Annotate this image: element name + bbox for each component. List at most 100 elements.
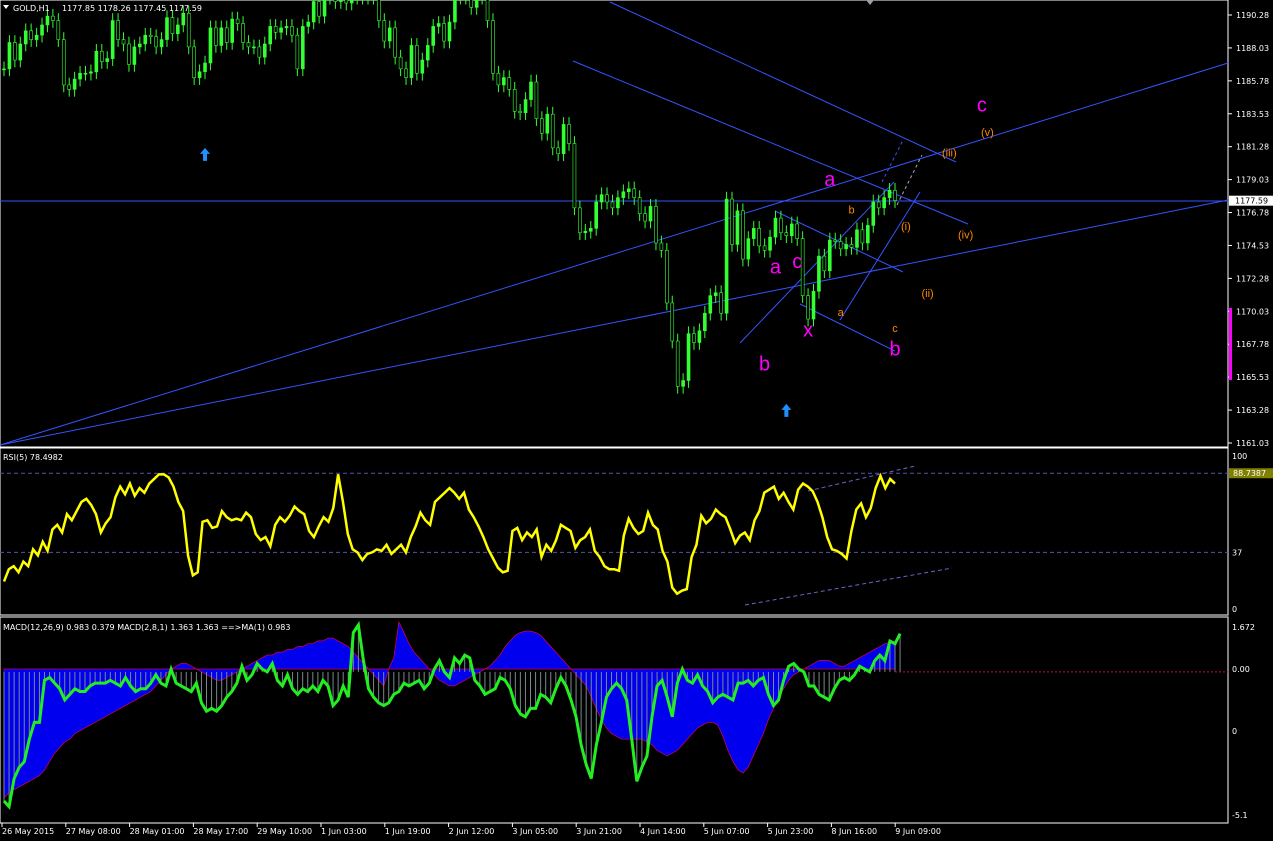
time-tick-label: 1 Jun 19:00 bbox=[385, 827, 431, 836]
price-bar bbox=[659, 242, 664, 251]
price-bar bbox=[322, 0, 327, 17]
price-bar bbox=[849, 244, 854, 248]
price-tick-label: 1170.03 bbox=[1236, 307, 1269, 316]
price-bar bbox=[246, 42, 251, 48]
price-bar bbox=[741, 210, 745, 260]
trading-chart[interactable]: a cxbabcbac(i)(ii)(iii)(iv)(v) 1190.28118… bbox=[0, 0, 1273, 841]
price-bar bbox=[540, 118, 544, 134]
price-bar bbox=[789, 223, 794, 236]
price-bar bbox=[67, 84, 71, 90]
price-bar bbox=[882, 197, 886, 209]
wave-label-minor: (ii) bbox=[921, 288, 933, 300]
price-bar bbox=[447, 21, 452, 42]
price-bar bbox=[208, 27, 213, 64]
price-bar bbox=[409, 45, 414, 78]
price-bar bbox=[186, 12, 191, 48]
price-tick-label: 1165.53 bbox=[1236, 373, 1269, 382]
price-bar bbox=[116, 20, 120, 40]
price-bar bbox=[583, 230, 588, 234]
price-bar bbox=[719, 292, 723, 314]
price-tick-label: 1188.03 bbox=[1236, 44, 1269, 53]
macd-tick-label: 0.00 bbox=[1232, 665, 1250, 674]
price-bar bbox=[730, 198, 734, 245]
price-bar bbox=[18, 43, 23, 61]
price-bar bbox=[159, 39, 164, 48]
price-bar bbox=[610, 201, 615, 209]
price-bar bbox=[224, 27, 229, 43]
rsi-tick-label: 100 bbox=[1232, 452, 1247, 461]
time-tick-label: 2 Jun 12:00 bbox=[449, 827, 495, 836]
price-bar bbox=[110, 20, 115, 59]
price-bar bbox=[692, 333, 696, 343]
price-bar bbox=[665, 249, 669, 304]
price-bar bbox=[670, 302, 675, 342]
price-bar bbox=[2, 68, 6, 71]
wave-label-minor: (iii) bbox=[942, 148, 957, 160]
price-tick-label: 1190.28 bbox=[1236, 11, 1269, 20]
price-bar bbox=[420, 59, 425, 74]
price-bar bbox=[822, 255, 827, 272]
price-bar bbox=[594, 201, 598, 229]
price-bar bbox=[844, 244, 848, 250]
price-bar bbox=[78, 72, 82, 80]
price-bar bbox=[724, 198, 729, 314]
wave-label-major: a bbox=[770, 257, 782, 279]
price-tick-label: 1181.28 bbox=[1236, 143, 1269, 152]
time-tick-label: 29 May 10:00 bbox=[257, 827, 312, 836]
price-bar bbox=[621, 191, 626, 198]
price-bar bbox=[404, 68, 408, 78]
price-bar bbox=[61, 39, 66, 86]
price-bar bbox=[550, 113, 555, 149]
price-bar bbox=[132, 46, 137, 65]
price-bar bbox=[893, 189, 897, 201]
symbol-label: GOLD,H1 bbox=[13, 4, 50, 13]
price-bar bbox=[165, 17, 169, 40]
macd-tick-label: 0 bbox=[1232, 727, 1237, 736]
price-bar bbox=[154, 36, 158, 48]
price-bar bbox=[567, 124, 571, 144]
price-bar bbox=[192, 46, 196, 78]
price-bar bbox=[534, 81, 539, 119]
wave-label-major: a bbox=[824, 169, 836, 191]
price-bar bbox=[45, 15, 50, 26]
price-bar bbox=[393, 27, 397, 58]
time-tick-label: 26 May 2015 bbox=[2, 827, 54, 836]
macd-tick-label: -5.1 bbox=[1232, 811, 1248, 820]
price-bar bbox=[784, 232, 789, 236]
price-bar bbox=[431, 26, 436, 46]
price-bar bbox=[148, 34, 153, 37]
price-panel[interactable] bbox=[0, 0, 1229, 448]
price-bar bbox=[866, 225, 870, 244]
price-bar bbox=[746, 238, 751, 260]
price-bar bbox=[643, 213, 647, 222]
price-bar bbox=[561, 124, 566, 155]
price-tick-label: 1174.53 bbox=[1236, 241, 1269, 250]
price-bar bbox=[230, 18, 234, 43]
price-bar bbox=[838, 241, 843, 250]
price-bar bbox=[876, 201, 881, 209]
price-tick-label: 1185.78 bbox=[1236, 77, 1269, 86]
price-bar bbox=[697, 330, 702, 343]
price-bar bbox=[496, 72, 501, 86]
price-bar bbox=[507, 77, 512, 90]
price-bar bbox=[121, 39, 126, 45]
price-bar bbox=[735, 210, 740, 245]
wave-label-minor: b bbox=[848, 205, 854, 217]
price-bar bbox=[241, 23, 245, 43]
price-bar bbox=[344, 0, 349, 4]
price-bar bbox=[681, 380, 685, 387]
price-bar bbox=[295, 34, 300, 70]
price-bar bbox=[751, 228, 756, 239]
price-bar bbox=[518, 110, 522, 114]
price-bar bbox=[779, 217, 783, 234]
price-bar bbox=[7, 42, 12, 70]
price-bar bbox=[474, 0, 479, 8]
time-tick-label: 4 Jun 14:00 bbox=[640, 827, 686, 836]
price-bar bbox=[626, 188, 631, 193]
price-bar bbox=[491, 20, 495, 74]
price-bar bbox=[387, 27, 392, 42]
price-bar bbox=[176, 24, 180, 35]
price-bar bbox=[871, 201, 876, 226]
price-bar bbox=[556, 147, 560, 155]
price-bar bbox=[105, 58, 110, 62]
